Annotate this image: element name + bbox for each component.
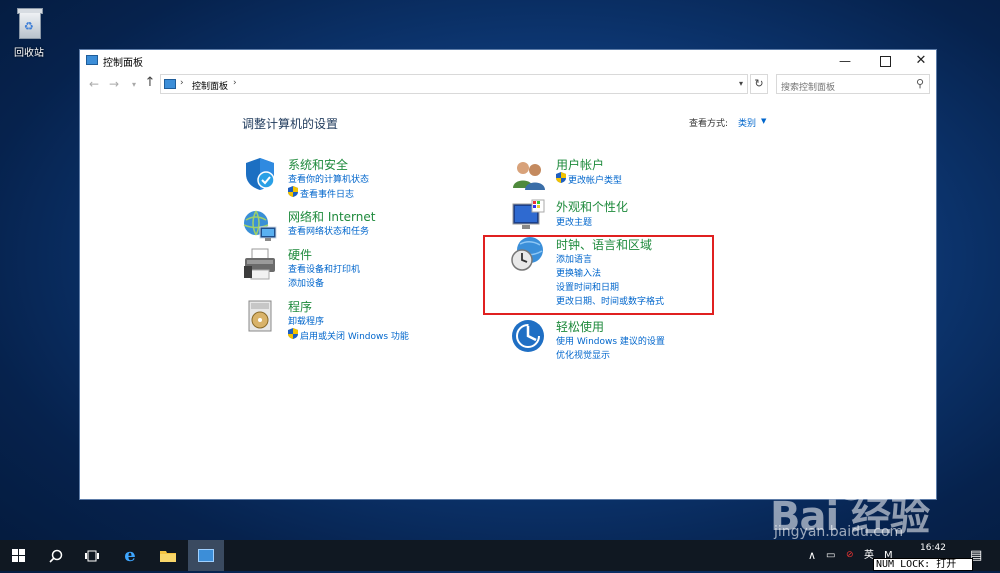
back-arrow-icon[interactable]: ← [86,77,102,91]
control-panel-crumb-icon [164,79,176,89]
search-icon [49,549,63,563]
internet-explorer-icon: e [124,545,136,566]
recycle-bin-label: 回收站 [14,48,44,59]
taskbar-clock[interactable]: 16:42 [920,543,946,553]
network-globe-icon[interactable] [242,208,278,244]
control-panel-app-icon [86,55,98,65]
forward-arrow-icon[interactable]: → [106,77,122,91]
link-windows-suggested-settings[interactable]: 使用 Windows 建议的设置 [556,334,665,347]
file-explorer-taskbar-button[interactable] [150,540,186,571]
monitor-icon[interactable] [510,198,546,234]
link-windows-features[interactable]: 启用或关闭 Windows 功能 [300,329,409,342]
ease-of-access-icon[interactable] [510,318,546,354]
user-accounts-icon[interactable] [510,156,546,192]
volume-muted-tray-icon[interactable]: ⊘ [846,540,854,571]
category-title[interactable]: 程序 [288,298,312,315]
link-view-network-status[interactable]: 查看网络状态和任务 [288,224,369,237]
search-icon[interactable]: ⚲ [916,77,924,90]
windows-logo-icon [11,549,25,562]
uac-shield-icon [288,186,298,197]
navigation-bar: ← → ▾ ↑ › 控制面板 › ▾ ↻ ⚲ [80,72,936,98]
view-by-label: 查看方式: [689,119,729,129]
baidu-watermark: Bai 经验 jingyan.baidu.com [770,462,985,542]
page-heading: 调整计算机的设置 [242,117,339,131]
category-programs: 程序 卸载程序 启用或关闭 Windows 功能 [242,298,462,343]
view-by-dropdown[interactable]: 类别 [738,116,756,129]
link-view-computer-status[interactable]: 查看你的计算机状态 [288,172,369,185]
maximize-button[interactable] [868,50,902,72]
search-box[interactable]: ⚲ [776,74,930,97]
control-panel-taskbar-icon [198,549,214,562]
title-bar[interactable]: 控制面板 — ✕ [80,50,936,72]
category-title[interactable]: 网络和 Internet [288,208,375,225]
task-view-icon [85,550,99,561]
refresh-button[interactable]: ↻ [750,74,768,94]
breadcrumb-separator-icon[interactable]: › [233,78,237,88]
category-appearance: 外观和个性化 更改主题 [510,198,710,234]
address-bar[interactable]: › 控制面板 › ▾ [160,74,748,94]
taskbar: e ∧ ▭ ⊘ 英 M 16:42 ▤ [0,540,1000,571]
minimize-button[interactable]: — [828,50,862,72]
recycle-bin-icon: ♻ [14,6,44,40]
link-change-theme[interactable]: 更改主题 [556,215,592,228]
watermark-url: jingyan.baidu.com [774,524,904,540]
breadcrumb-control-panel[interactable]: 控制面板 [192,79,228,92]
view-by-caret-icon[interactable]: ▼ [761,117,766,125]
category-title[interactable]: 外观和个性化 [556,198,628,215]
programs-disc-icon[interactable] [242,298,278,334]
up-arrow-icon[interactable]: ↑ [142,75,158,90]
ie-taskbar-button[interactable]: e [112,540,148,571]
category-user-accounts: 用户帐户 更改帐户类型 [510,156,710,196]
show-hidden-icons-icon[interactable]: ∧ [808,540,816,571]
start-button[interactable] [0,540,36,571]
link-view-event-logs[interactable]: 查看事件日志 [300,187,354,200]
category-title[interactable]: 硬件 [288,246,312,263]
category-title[interactable]: 轻松使用 [556,318,604,335]
folder-icon [160,551,176,562]
printer-icon[interactable] [242,246,278,282]
link-uninstall-program[interactable]: 卸载程序 [288,314,324,327]
network-tray-icon[interactable]: ▭ [826,540,835,571]
recent-locations-dropdown-icon[interactable]: ▾ [126,80,142,89]
highlight-box [483,235,714,315]
recycle-bin-shortcut[interactable]: ♻ 回收站 [6,6,52,59]
category-system-security: 系统和安全 查看你的计算机状态 查看事件日志 [242,156,442,206]
close-button[interactable]: ✕ [904,50,938,72]
link-optimize-visual-display[interactable]: 优化视觉显示 [556,348,610,361]
search-input[interactable] [777,79,915,97]
link-add-device[interactable]: 添加设备 [288,276,324,289]
numlock-indicator: NUM LOCK: 打开 [873,558,973,571]
category-network-internet: 网络和 Internet 查看网络状态和任务 [242,208,442,248]
task-view-button[interactable] [74,540,110,571]
category-title[interactable]: 用户帐户 [556,156,604,173]
uac-shield-icon [556,172,566,183]
link-view-devices-printers[interactable]: 查看设备和打印机 [288,262,360,275]
maximize-icon [879,56,891,67]
breadcrumb-separator-icon[interactable]: › [180,78,184,88]
uac-shield-icon [288,328,298,339]
window-title: 控制面板 [103,58,143,69]
category-title[interactable]: 系统和安全 [288,156,348,173]
link-change-account-type[interactable]: 更改帐户类型 [568,173,622,186]
control-panel-taskbar-button[interactable] [188,540,224,571]
category-hardware: 硬件 查看设备和打印机 添加设备 [242,246,442,291]
address-history-dropdown-icon[interactable]: ▾ [739,79,743,88]
category-ease-of-access: 轻松使用 使用 Windows 建议的设置 优化视觉显示 [510,318,730,361]
search-taskbar-button[interactable] [38,540,74,571]
shield-icon[interactable] [242,156,278,192]
